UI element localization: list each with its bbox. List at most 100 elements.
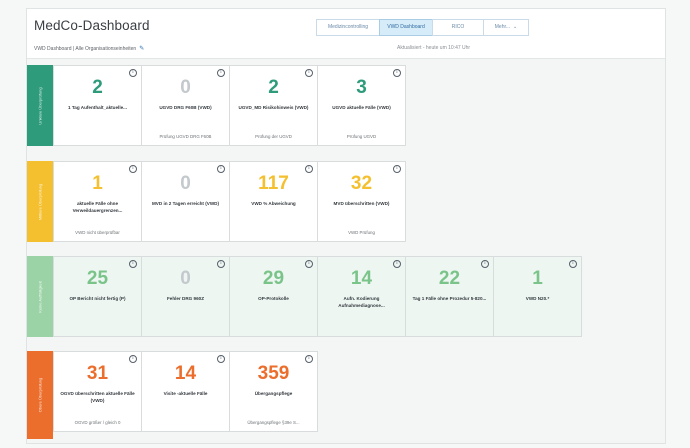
kpi-subtitle: VWD nicht überprüfbar bbox=[75, 230, 120, 235]
kpi-description: MVD überschritten (VWD) bbox=[333, 201, 390, 206]
kpi-value: 14 bbox=[350, 268, 373, 289]
tile-row-3: i 25 OP Bericht nicht fertig (P) i 0 Fehler … bbox=[53, 256, 582, 337]
band-mittlere: Mittlere Überprüfung bbox=[27, 161, 53, 242]
info-icon[interactable]: i bbox=[393, 165, 401, 173]
edit-pencil-icon[interactable]: ✎ bbox=[139, 45, 144, 52]
kpi-value: 1 bbox=[532, 268, 543, 289]
band-label: Unklare Überprüfung bbox=[37, 86, 43, 125]
kpi-tile[interactable]: i 22 Tag 1 Fälle ohne Prozedur 5-820... bbox=[405, 256, 494, 337]
chevron-down-icon: ⌄ bbox=[513, 24, 518, 30]
top-nav: Medizincontrolling VWD Dashboard RICO Me… bbox=[316, 19, 529, 36]
tab-medizincontrolling[interactable]: Medizincontrolling bbox=[316, 19, 380, 36]
tile-row-1: i 2 1 Tag Aufenthalt_aktuelle... i 0 UGVD DR… bbox=[53, 65, 406, 146]
kpi-tile[interactable]: i 117 VWD % Abweichung bbox=[229, 161, 318, 242]
kpi-subtitle: Prüfung der UGVD bbox=[255, 134, 292, 139]
kpi-description: OP Bericht nicht fertig (P) bbox=[69, 296, 126, 301]
info-icon[interactable]: i bbox=[129, 165, 137, 173]
kpi-value: 3 bbox=[356, 77, 367, 98]
kpi-subtitle: Prüfung UGVD DRG F60B bbox=[159, 134, 212, 139]
tile-row-4: i 31 OGVD überschritten aktuelle Fälle (VW… bbox=[53, 351, 318, 432]
more-menu-label: Mehr... bbox=[494, 24, 511, 30]
kpi-description: Übergangspflege bbox=[254, 391, 293, 396]
kpi-value: 29 bbox=[262, 268, 285, 289]
band-obere: Obere Überprüfung bbox=[27, 351, 53, 439]
info-icon[interactable]: i bbox=[129, 260, 137, 268]
tab-vwd-dashboard[interactable]: VWD Dashboard bbox=[379, 19, 433, 36]
kpi-value: 2 bbox=[92, 77, 103, 98]
kpi-description: OGVD überschritten aktuelle Fälle (VWD) bbox=[60, 391, 135, 403]
kpi-description: Tag 1 Fälle ohne Prozedur 5-820... bbox=[412, 296, 487, 301]
kpi-value: 117 bbox=[258, 173, 289, 194]
kpi-value: 22 bbox=[438, 268, 461, 289]
kpi-description: VWD % Abweichung bbox=[251, 201, 296, 206]
band-label: Mittlere Überprüfung bbox=[37, 183, 43, 220]
kpi-description: UGVD aktuelle Fälle (VWD) bbox=[332, 105, 391, 110]
kpi-value: 1 bbox=[92, 173, 103, 194]
info-icon[interactable]: i bbox=[305, 165, 313, 173]
kpi-value: 0 bbox=[180, 77, 191, 98]
more-menu-button[interactable]: Mehr... ⌄ bbox=[483, 19, 529, 36]
kpi-tile[interactable]: i 359 Übergangspflege Übergangspflege §39e … bbox=[229, 351, 318, 432]
kpi-tile[interactable]: i 1 VWD N20.* bbox=[493, 256, 582, 337]
band-label: Obere Überprüfung bbox=[37, 377, 43, 413]
tile-row-2: i 1 aktuelle Fälle ohne Verweildauergrenze… bbox=[53, 161, 406, 242]
info-icon[interactable]: i bbox=[305, 69, 313, 77]
info-icon[interactable]: i bbox=[305, 355, 313, 363]
kpi-value: 2 bbox=[268, 77, 279, 98]
kpi-description: 1 Tag Aufenthalt_aktuelle... bbox=[68, 105, 127, 110]
kpi-tile[interactable]: i 31 OGVD überschritten aktuelle Fälle (VW… bbox=[53, 351, 142, 432]
kpi-tile[interactable]: i 14 Visite -aktuelle Fälle bbox=[141, 351, 230, 432]
kpi-description: VWD N20.* bbox=[525, 296, 550, 301]
kpi-description: Fehler DRG 960Z bbox=[166, 296, 205, 301]
tab-rico[interactable]: RICO bbox=[432, 19, 484, 36]
info-icon[interactable]: i bbox=[569, 260, 577, 268]
kpi-value: 32 bbox=[350, 173, 373, 194]
info-icon[interactable]: i bbox=[217, 165, 225, 173]
info-icon[interactable]: i bbox=[305, 260, 313, 268]
kpi-tile[interactable]: i 32 MVD überschritten (VWD) VWD Prüfung bbox=[317, 161, 406, 242]
info-icon[interactable]: i bbox=[217, 69, 225, 77]
kpi-tile[interactable]: i 2 1 Tag Aufenthalt_aktuelle... bbox=[53, 65, 142, 146]
kpi-tile[interactable]: i 1 aktuelle Fälle ohne Verweildauergrenze… bbox=[53, 161, 142, 242]
band-keine: Keine Auffälligkeit bbox=[27, 256, 53, 337]
kpi-tile[interactable]: i 2 UGVD_MD Risikohinweis (VWD) Prüfung der… bbox=[229, 65, 318, 146]
kpi-value: 25 bbox=[86, 268, 109, 289]
info-icon[interactable]: i bbox=[129, 355, 137, 363]
kpi-tile[interactable]: i 29 OP-Protokolle bbox=[229, 256, 318, 337]
app-title: MedCo-Dashboard bbox=[34, 18, 150, 33]
info-icon[interactable]: i bbox=[393, 69, 401, 77]
kpi-tile[interactable]: i 0 UGVD DRG F60B (VWD) Prüfung UGVD DRG F6… bbox=[141, 65, 230, 146]
kpi-tile[interactable]: i 14 Aufn. Kodierung Aufnahmediagnose... bbox=[317, 256, 406, 337]
band-label: Keine Auffälligkeit bbox=[37, 280, 43, 313]
kpi-value: 0 bbox=[180, 268, 191, 289]
kpi-description: UGVD_MD Risikohinweis (VWD) bbox=[238, 105, 309, 110]
kpi-value: 31 bbox=[86, 363, 109, 384]
kpi-description: OP-Protokolle bbox=[258, 296, 289, 301]
breadcrumb-text: VWD Dashboard | Alle Organisationseinhei… bbox=[34, 45, 137, 52]
kpi-description: MVD in 2 Tagen erreicht (VWD) bbox=[151, 201, 220, 206]
info-icon[interactable]: i bbox=[217, 260, 225, 268]
kpi-subtitle: Prüfung UGVD bbox=[346, 134, 377, 139]
kpi-tile[interactable]: i 3 UGVD aktuelle Fälle (VWD) Prüfung UGVD bbox=[317, 65, 406, 146]
kpi-subtitle: Übergangspflege §39e S... bbox=[247, 420, 300, 425]
kpi-tile[interactable]: i 25 OP Bericht nicht fertig (P) bbox=[53, 256, 142, 337]
kpi-value: 359 bbox=[257, 363, 290, 384]
kpi-description: Visite -aktuelle Fälle bbox=[163, 391, 208, 396]
kpi-subtitle: OGVD größer / gleich 0 bbox=[74, 420, 121, 425]
info-icon[interactable]: i bbox=[481, 260, 489, 268]
kpi-value: 14 bbox=[174, 363, 197, 384]
kpi-value: 0 bbox=[180, 173, 191, 194]
kpi-description: aktuelle Fälle ohne Verweildauergrenzen.… bbox=[72, 201, 123, 213]
info-icon[interactable]: i bbox=[217, 355, 225, 363]
breadcrumb: VWD Dashboard | Alle Organisationseinhei… bbox=[34, 45, 144, 53]
band-unklare: Unklare Überprüfung bbox=[27, 65, 53, 146]
info-icon[interactable]: i bbox=[393, 260, 401, 268]
dashboard-frame: MedCo-Dashboard Medizincontrolling VWD D… bbox=[26, 8, 666, 444]
kpi-tile[interactable]: i 0 Fehler DRG 960Z bbox=[141, 256, 230, 337]
last-updated: Aktualisiert - heute um 10:47 Uhr bbox=[397, 45, 471, 51]
kpi-tile[interactable]: i 0 MVD in 2 Tagen erreicht (VWD) bbox=[141, 161, 230, 242]
info-icon[interactable]: i bbox=[129, 69, 137, 77]
kpi-subtitle: VWD Prüfung bbox=[348, 230, 375, 235]
header: MedCo-Dashboard Medizincontrolling VWD D… bbox=[27, 9, 665, 59]
kpi-description: UGVD DRG F60B (VWD) bbox=[159, 105, 212, 110]
